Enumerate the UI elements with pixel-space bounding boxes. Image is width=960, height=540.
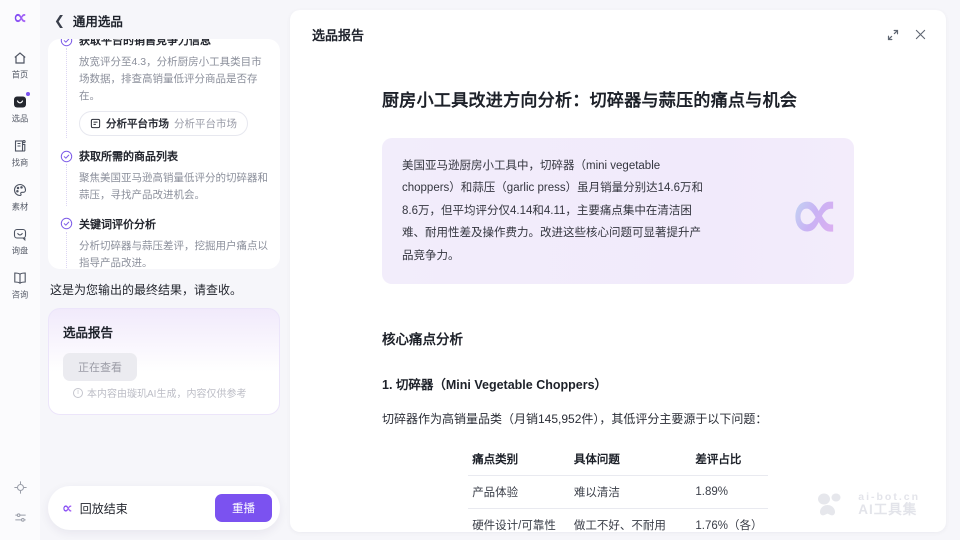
- table-header-cell: 痛点类别: [468, 443, 570, 476]
- table-header-cell: 具体问题: [570, 443, 692, 476]
- watermark-name: AI工具集: [858, 503, 920, 518]
- app-logo-icon[interactable]: ∝: [13, 8, 27, 28]
- sidebar-item-home[interactable]: 首页: [11, 50, 29, 81]
- sidebar-item-products[interactable]: 选品: [11, 94, 29, 125]
- back-icon[interactable]: ❮: [54, 14, 65, 27]
- painpoint-table: 痛点类别 具体问题 差评占比 产品体验 难以清洁 1.89% 硬件设计/可靠性 …: [468, 443, 768, 532]
- step-desc: 聚焦美国亚马逊高销量低评分的切碎器和蒜压，寻找产品改进机会。: [79, 170, 268, 204]
- summary-text: 美国亚马逊厨房小工具中，切碎器（mini vegetable choppers）…: [402, 155, 704, 267]
- step-check-icon: [60, 217, 73, 230]
- crosshair-icon[interactable]: [13, 480, 28, 500]
- table-cell: 1.76%（各）: [691, 509, 767, 532]
- table-cell: 难以清洁: [570, 476, 692, 509]
- step-title: 关键词评价分析: [79, 216, 156, 232]
- step-desc: 放宽评分至4.3，分析厨房小工具类目市场数据，排查高销量低评分商品是否存在。: [79, 54, 268, 104]
- doc-icon: [90, 118, 101, 129]
- steps-card: 获取平台的销售竞争力信息 放宽评分至4.3，分析厨房小工具类目市场数据，排查高销…: [48, 39, 280, 269]
- table-row: 硬件设计/可靠性 做工不好、不耐用 1.76%（各）: [468, 509, 768, 532]
- sidebar-item-consult[interactable]: 咨询: [11, 270, 29, 301]
- sidebar-item-assets[interactable]: 素材: [11, 182, 29, 213]
- product-box-icon: [12, 94, 28, 110]
- storefront-icon: [12, 138, 28, 154]
- tool-chip-analyze-market[interactable]: 分析平台市场 分析平台市场: [79, 111, 248, 136]
- subsection-heading: 1. 切碎器（Mini Vegetable Choppers）: [382, 374, 854, 393]
- table-cell: 做工不好、不耐用: [570, 509, 692, 532]
- table-cell: 硬件设计/可靠性: [468, 509, 570, 532]
- table-intro: 切碎器作为高销量品类（月销145,952件），其低评分主要源于以下问题：: [382, 410, 854, 427]
- step-check-icon: [60, 150, 73, 163]
- report-panel-title: 选品报告: [312, 25, 364, 44]
- report-card-title: 选品报告: [63, 322, 265, 341]
- info-icon: i: [73, 388, 83, 398]
- close-icon[interactable]: [915, 29, 926, 40]
- paw-icon: [816, 492, 850, 518]
- open-book-icon: [12, 270, 28, 286]
- table-cell: 1.89%: [691, 476, 767, 509]
- sidebar-item-inquiries[interactable]: 询盘: [11, 226, 29, 257]
- report-title: 厨房小工具改进方向分析：切碎器与蒜压的痛点与机会: [382, 86, 854, 111]
- replay-button[interactable]: 重播: [215, 494, 272, 522]
- section-heading: 核心痛点分析: [382, 328, 854, 348]
- table-cell: 产品体验: [468, 476, 570, 509]
- task-panel-title: 通用选品: [73, 11, 123, 30]
- step-desc: 分析切碎器与蒜压差评，挖掘用户痛点以指导产品改进。: [79, 238, 268, 269]
- step-title: 获取平台的销售竞争力信息: [79, 39, 211, 48]
- chat-bubble-icon: [12, 226, 28, 242]
- report-result-card[interactable]: 选品报告 正在查看 i本内容由璇玑AI生成，内容仅供参考: [48, 308, 280, 415]
- table-header-cell: 差评占比: [691, 443, 767, 476]
- watermark: ai-bot.cn AI工具集: [816, 492, 920, 518]
- palette-icon: [12, 182, 28, 198]
- expand-icon[interactable]: [887, 29, 899, 41]
- viewing-button[interactable]: 正在查看: [63, 353, 137, 381]
- summary-box: 美国亚马逊厨房小工具中，切碎器（mini vegetable choppers）…: [382, 138, 854, 284]
- sliders-icon[interactable]: [13, 510, 28, 530]
- task-panel: ❮ 通用选品 获取平台的销售竞争力信息 放宽评分至4.3，分析厨房小工具类目市场…: [40, 0, 288, 540]
- sidebar: ∝ 首页 选品 找商 素材: [0, 0, 40, 540]
- replay-status: 回放结束: [80, 500, 128, 517]
- sidebar-item-suppliers[interactable]: 找商: [11, 138, 29, 169]
- disclaimer: i本内容由璇玑AI生成，内容仅供参考: [73, 385, 246, 400]
- replay-bar: ∝ 回放结束 重播: [48, 486, 280, 530]
- replay-logo-icon: ∝: [62, 501, 73, 516]
- table-row: 产品体验 难以清洁 1.89%: [468, 476, 768, 509]
- home-icon: [12, 50, 28, 66]
- summary-logo-icon: ∝: [789, 178, 840, 250]
- report-panel: 选品报告 厨房小工具改进方向分析：切碎器与蒜压的痛点与机会 美国亚马逊厨房小工具…: [290, 10, 946, 532]
- step-check-icon: [60, 39, 73, 47]
- notification-dot: [26, 92, 30, 96]
- step-title: 获取所需的商品列表: [79, 148, 178, 164]
- final-note: 这是为您输出的最终结果，请查收。: [50, 281, 278, 298]
